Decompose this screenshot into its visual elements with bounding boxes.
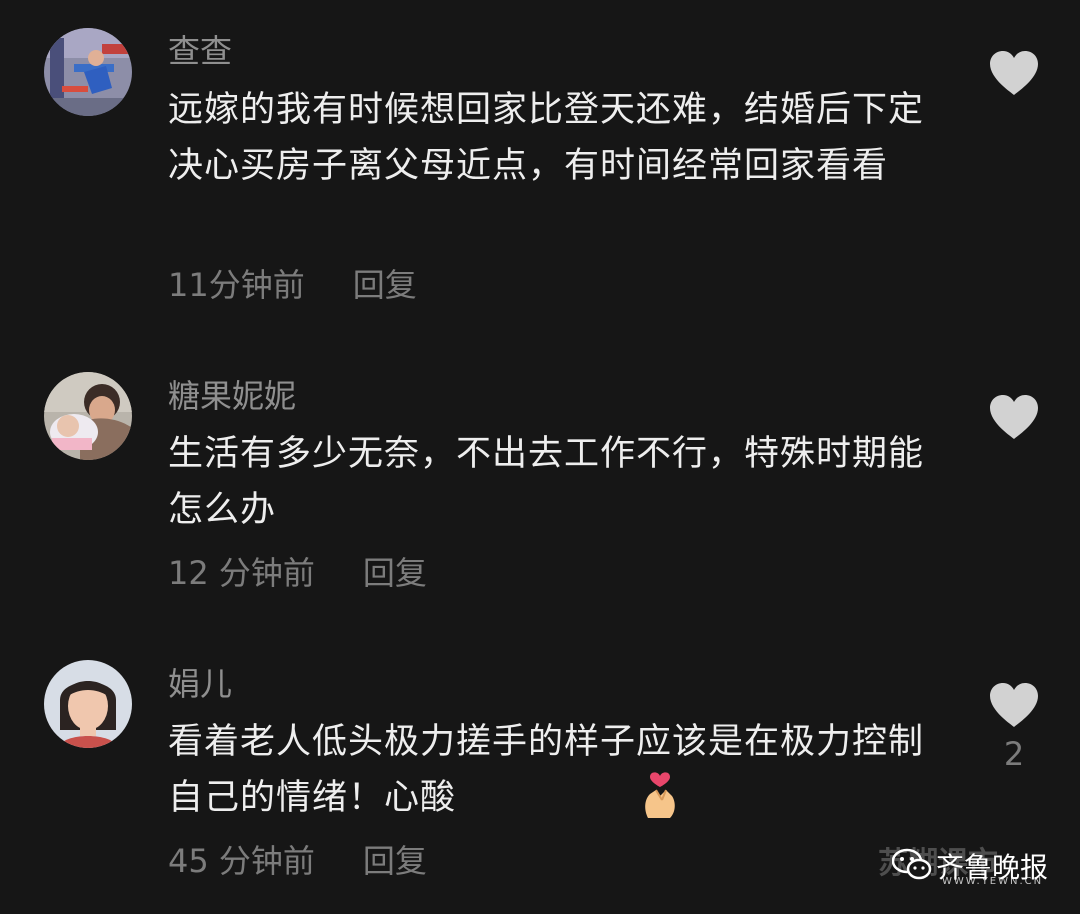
reply-button[interactable]: 回复	[363, 554, 427, 592]
wechat-icon	[891, 848, 932, 884]
like-button[interactable]: 2	[986, 682, 1042, 774]
comment-text: 看着老人低头极力搓手的样子应该是在极力控制自己的情绪！心酸	[168, 722, 925, 818]
watermark: 苏糊课市 齐鲁晚报 WWW.YEWN.CN	[878, 836, 1058, 888]
heart-icon	[990, 683, 1038, 727]
heart-icon	[990, 395, 1038, 439]
comment-text: 远嫁的我有时候想回家比登天还难，结婚后下定决心买房子离父母近点，有时间经常回家看…	[168, 90, 925, 186]
avatar[interactable]	[44, 660, 132, 748]
comment-meta: 11分钟前 回复	[168, 265, 417, 305]
comment-list: 查查 远嫁的我有时候想回家比登天还难，结婚后下定决心买房子离父母近点，有时间经常…	[0, 0, 1080, 914]
comment-text: 生活有多少无奈，不出去工作不行，特殊时期能怎么办	[168, 434, 925, 530]
reply-button[interactable]: 回复	[363, 842, 427, 880]
timestamp: 45 分钟前	[168, 842, 315, 880]
reply-button[interactable]: 回复	[353, 266, 417, 304]
username[interactable]: 娟儿	[168, 664, 232, 704]
timestamp: 12 分钟前	[168, 554, 315, 592]
watermark-url: WWW.YEWN.CN	[942, 876, 1044, 887]
comment-meta: 12 分钟前 回复	[168, 553, 427, 593]
like-button[interactable]	[986, 50, 1042, 102]
heart-icon	[990, 51, 1038, 95]
comment-meta: 45 分钟前 回复	[168, 841, 427, 881]
timestamp: 11分钟前	[168, 266, 305, 304]
like-button[interactable]	[986, 394, 1042, 446]
username[interactable]: 查查	[168, 31, 232, 71]
username[interactable]: 糖果妮妮	[168, 376, 296, 416]
like-count: 2	[1003, 735, 1025, 773]
avatar[interactable]	[44, 28, 132, 116]
avatar[interactable]	[44, 372, 132, 460]
finger-heart-emoji	[640, 770, 680, 824]
